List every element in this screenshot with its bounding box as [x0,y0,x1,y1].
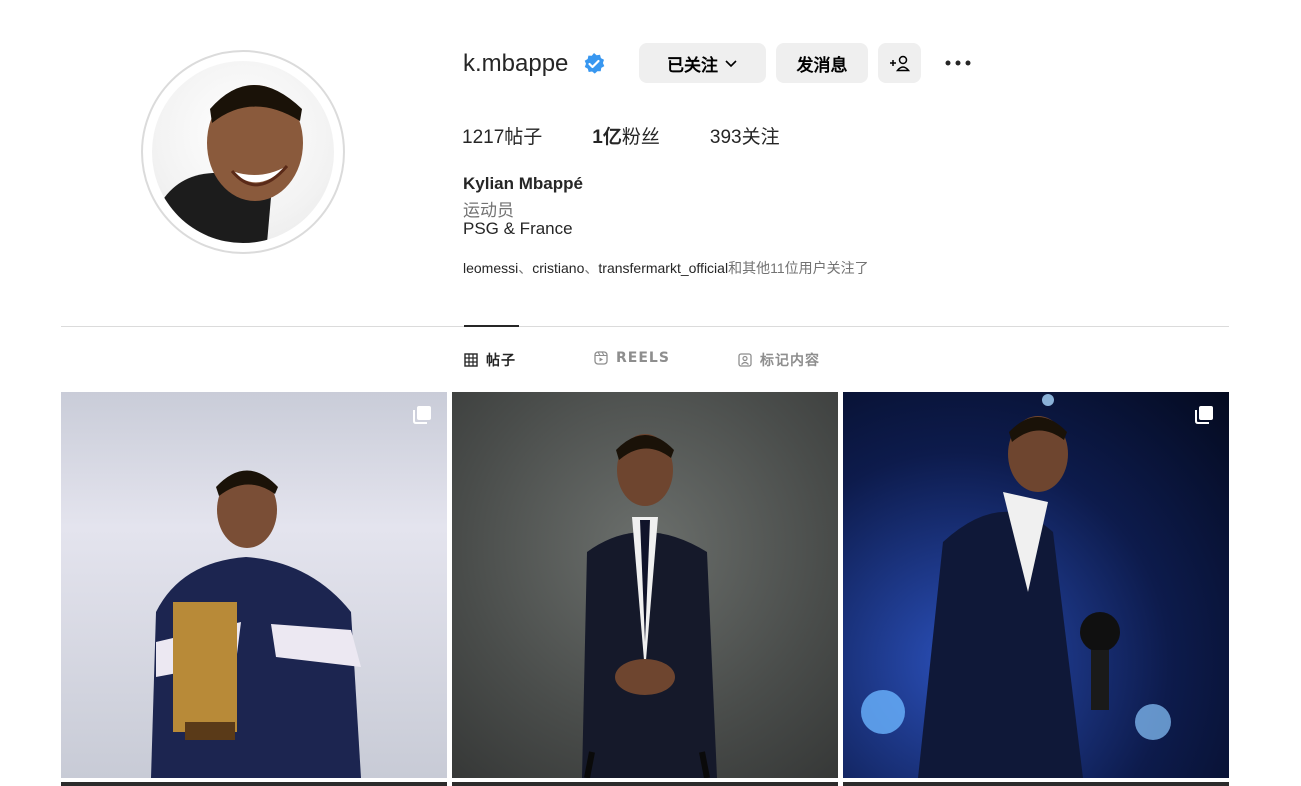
full-name: Kylian Mbappé [463,174,583,193]
avatar[interactable] [152,61,334,243]
following-label: 关注 [741,127,780,148]
tab-posts-label: 帖子 [486,353,516,369]
message-button-label: 发消息 [796,55,848,76]
profile-stats: 1217帖子 1亿粉丝 393关注 [462,122,830,149]
post-thumbnail[interactable] [61,392,447,778]
category: 运动员 [463,201,514,220]
avatar-photo [152,85,303,243]
post-thumbnail[interactable] [843,392,1229,778]
followed-by-account[interactable]: leomessi [463,260,518,276]
multiple-photos-icon [413,406,431,424]
tabs-divider [61,326,1229,327]
stat-posts: 1217帖子 [462,122,542,149]
followers-label: 粉丝 [621,127,660,148]
add-user-icon [889,55,910,72]
chevron-down-icon [725,60,737,68]
tab-tagged[interactable]: 标记内容 [738,350,820,370]
post-thumbnail-partial[interactable] [452,782,838,786]
following-button[interactable]: 已关注 [639,43,766,83]
stat-followers[interactable]: 1亿粉丝 [592,122,660,149]
posts-label: 帖子 [504,127,543,148]
post-thumbnail-partial[interactable] [61,782,447,786]
avatar-ring[interactable] [141,50,345,254]
active-tab-indicator [464,325,519,327]
stat-following[interactable]: 393关注 [710,122,780,149]
followers-count: 1亿 [592,127,622,148]
following-count: 393 [709,127,742,148]
more-icon [945,60,971,66]
username: k.mbappe [463,50,569,77]
multiple-photos-icon [1195,406,1213,424]
separator: 、 [518,260,533,276]
followed-by[interactable]: leomessi、cristiano、transfermarkt_officia… [463,258,869,278]
posts-count: 1217 [462,127,505,148]
separator: 、 [584,260,599,276]
message-button[interactable]: 发消息 [776,43,868,83]
suggest-user-button[interactable] [878,43,921,83]
bio: PSG & France [463,219,573,238]
following-button-label: 已关注 [667,55,718,76]
followed-by-account[interactable]: transfermarkt_official [598,260,728,276]
tagged-icon [738,353,752,367]
tab-posts[interactable]: 帖子 [464,350,516,370]
post-photo [151,470,361,778]
post-photo [861,394,1171,778]
tab-tagged-label: 标记内容 [760,353,820,369]
tab-reels[interactable]: REELS [594,350,670,366]
grid-icon [464,353,478,367]
post-thumbnail-partial[interactable] [843,782,1229,786]
verified-badge-icon [584,53,605,74]
followed-by-suffix: 和其他11位用户关注了 [728,260,869,276]
tab-reels-label: REELS [616,350,670,366]
more-options-button[interactable] [940,50,976,76]
post-photo [582,434,717,778]
reels-icon [594,351,608,365]
followed-by-account[interactable]: cristiano [532,260,584,276]
post-thumbnail[interactable] [452,392,838,778]
